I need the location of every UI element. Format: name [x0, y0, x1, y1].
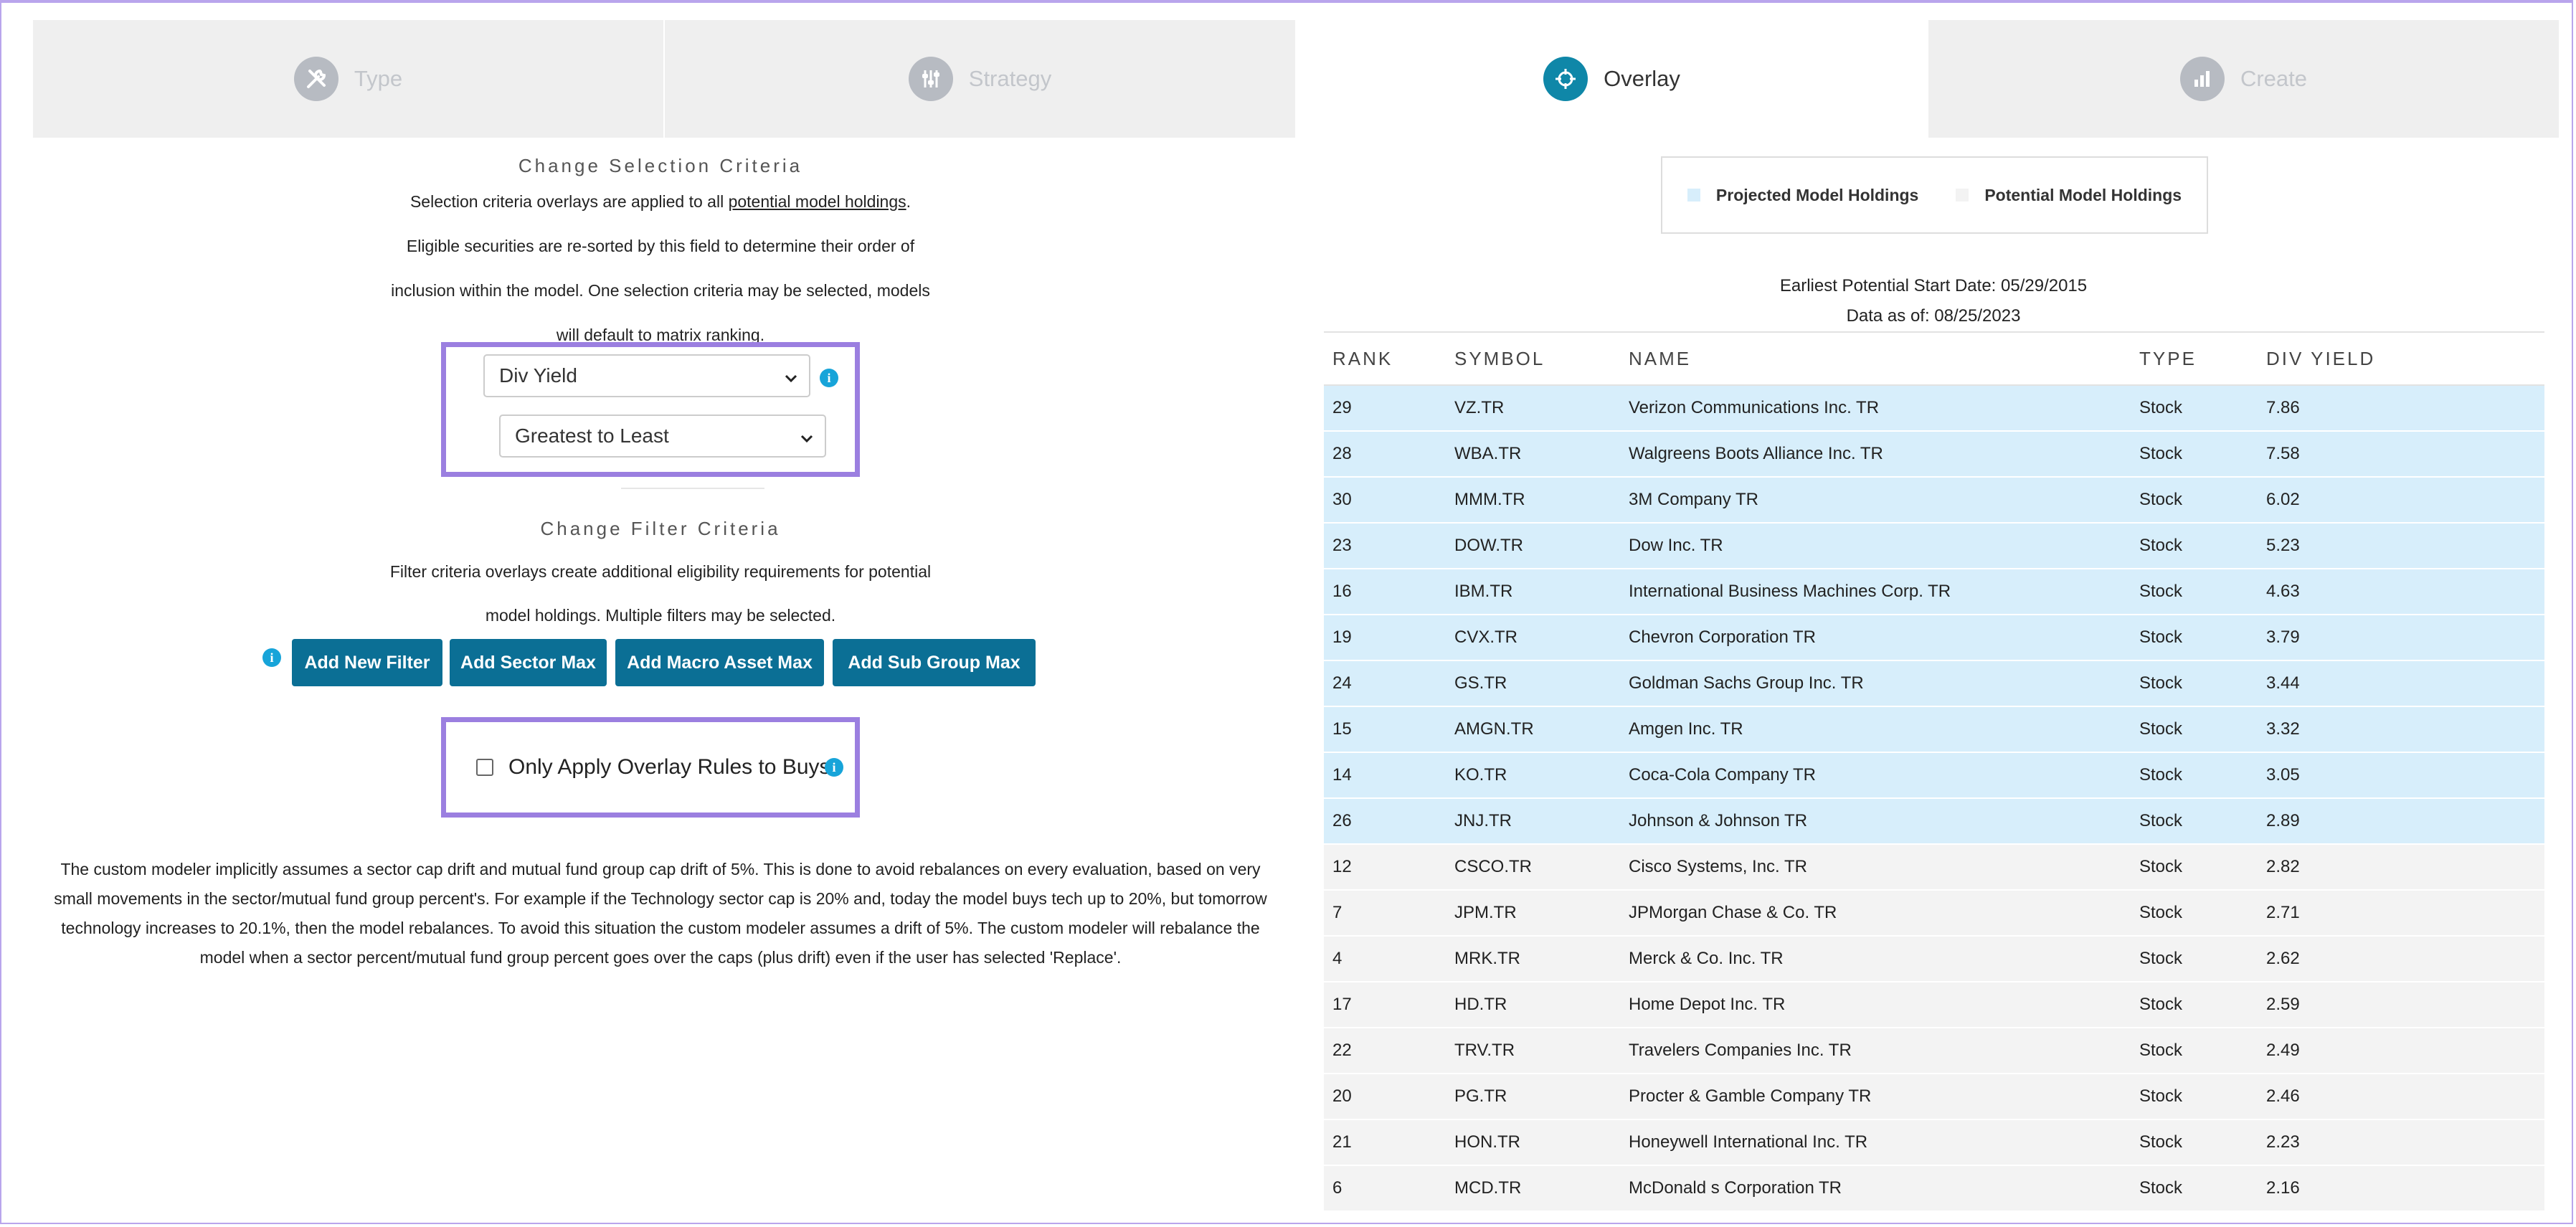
highlight-frame: [0, 0, 2573, 1224]
